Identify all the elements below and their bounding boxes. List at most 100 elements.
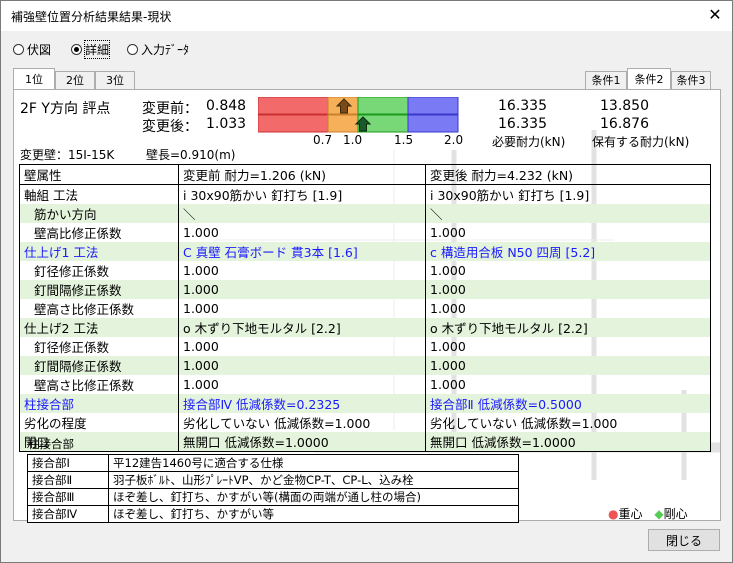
dialog-window: 補強壁位置分析結果結果-現状 ✕ 伏図 詳細 入力ﾃﾞｰﾀ 1位 2位 3位 条…: [0, 0, 733, 563]
legend-row: 接合部Ⅰ 平12建告1460号に適合する仕様: [27, 454, 519, 472]
marker-legend: ●重心 ◆剛心: [608, 505, 688, 522]
tab-condition-1[interactable]: 条件1: [585, 71, 627, 89]
after-value: 1.000: [425, 356, 711, 375]
held-label: 保有する耐力(kN): [592, 135, 690, 149]
attribute-label: 仕上げ1 工法: [19, 242, 179, 261]
attribute-label: 劣化の程度: [19, 413, 179, 432]
scale-tick-20: 2.0: [444, 133, 464, 147]
radio-indicator: [13, 44, 24, 55]
before-value: 無開口 低減係数=1.0000: [178, 432, 426, 452]
legend-row: 接合部Ⅳ ほぞ差し、釘打ち、かすがい等: [27, 505, 519, 523]
tab-rank-1[interactable]: 1位: [13, 68, 55, 89]
attribute-label: 釘間隔修正係数: [19, 356, 179, 375]
before-value: 1.000: [178, 375, 426, 394]
before-value: 1.000: [178, 223, 426, 242]
attribute-label: 筋かい方向: [19, 204, 179, 223]
after-value: 1.000: [425, 299, 711, 318]
radio-floorplan[interactable]: 伏図: [13, 41, 51, 58]
table-row: 軸組 工法 i 30x90筋かい 釘打ち [1.9] i 30x90筋かい 釘打ち …: [19, 184, 711, 204]
result-panel: 2F Y方向 評点 変更前： 0.848 変更後： 1.033 0.7 1.0 …: [13, 89, 721, 523]
tab-condition-2[interactable]: 条件2: [627, 68, 671, 89]
table-row: 柱接合部 接合部Ⅳ 低減係数=0.2325 接合部Ⅱ 低減係数=0.5000: [19, 394, 711, 413]
before-value: i 30x90筋かい 釘打ち [1.9]: [178, 184, 426, 204]
held-after: 16.876: [600, 116, 649, 132]
after-value: 1.000: [425, 223, 711, 242]
before-value: o 木ずり下地モルタル [2.2]: [178, 318, 426, 337]
table-header-row: 壁属性 変更前 耐力=1.206 (kN) 変更後 耐力=4.232 (kN): [19, 164, 711, 185]
after-value: 1.000: [425, 280, 711, 299]
legend-row: 接合部Ⅱ 羽子板ﾎﾞﾙﾄ、山形ﾌﾟﾚｰﾄVP、かど金物CP-T、CP-L、込み栓: [27, 471, 519, 489]
score-bar: [258, 97, 459, 133]
wall-attribute-table: 壁属性 変更前 耐力=1.206 (kN) 変更後 耐力=4.232 (kN) …: [19, 164, 711, 452]
joint-description: ほぞ差し、釘打ち、かすがい等: [108, 505, 519, 523]
table-row: 壁高さ比修正係数 1.000 1.000: [19, 375, 711, 394]
close-button[interactable]: 閉じる: [648, 529, 720, 551]
required-label: 必要耐力(kN): [492, 135, 566, 149]
attribute-label: 仕上げ2 工法: [19, 318, 179, 337]
before-value: C 真壁 石膏ボード 貫3本 [1.6]: [178, 242, 426, 261]
attribute-label: 釘径修正係数: [19, 261, 179, 280]
joint-code: 接合部Ⅰ: [27, 454, 109, 472]
after-score: 1.033: [206, 116, 247, 132]
radio-indicator: [127, 44, 138, 55]
before-label: 変更前：: [142, 101, 198, 117]
before-value: 劣化していない 低減係数=1.000: [178, 413, 426, 432]
scale-tick-10: 1.0: [343, 133, 363, 147]
tab-rank-3[interactable]: 3位: [95, 71, 135, 89]
attribute-label: 釘間隔修正係数: [19, 280, 179, 299]
direction-label: 2F Y方向 評点: [20, 101, 111, 117]
table-row: 仕上げ1 工法 C 真壁 石膏ボード 貫3本 [1.6] c 構造用合板 N50 四…: [19, 242, 711, 261]
center-rigidity-label: 剛心: [663, 507, 688, 521]
after-value: o 木ずり下地モルタル [2.2]: [425, 318, 711, 337]
center-gravity-icon: ●: [608, 507, 619, 521]
attribute-label: 壁高比修正係数: [19, 223, 179, 242]
joint-code: 接合部Ⅲ: [27, 488, 109, 506]
scale-tick-15: 1.5: [394, 133, 414, 147]
table-header-cell: 変更後 耐力=4.232 (kN): [425, 164, 711, 185]
table-row: 釘間隔修正係数 1.000 1.000: [19, 356, 711, 375]
after-value: 1.000: [425, 337, 711, 356]
joint-code: 接合部Ⅱ: [27, 471, 109, 489]
after-value: 無開口 低減係数=1.0000: [425, 432, 711, 452]
table-row: 釘径修正係数 1.000 1.000: [19, 337, 711, 356]
radio-label: 入力ﾃﾞｰﾀ: [141, 43, 190, 57]
after-value: c 構造用合板 N50 四周 [5.2]: [425, 242, 711, 261]
legend-row: 接合部Ⅲ ほぞ差し、釘打ち、かすがい等(構面の両端が通し柱の場合): [27, 488, 519, 506]
center-rigidity-icon: ◆: [654, 507, 664, 521]
table-row: 釘間隔修正係数 1.000 1.000: [19, 280, 711, 299]
before-score: 0.848: [206, 98, 247, 114]
table-row: 仕上げ2 工法 o 木ずり下地モルタル [2.2] o 木ずり下地モルタル [2.2…: [19, 318, 711, 337]
table-row: 壁高比修正係数 1.000 1.000: [19, 223, 711, 242]
after-value: i 30x90筋かい 釘打ち [1.9]: [425, 184, 711, 204]
table-row: 釘径修正係数 1.000 1.000: [19, 261, 711, 280]
attribute-label: 釘径修正係数: [19, 337, 179, 356]
scale-tick-07: 0.7: [313, 133, 333, 147]
radio-label: 詳細: [83, 40, 111, 59]
after-value: 劣化していない 低減係数=1.000: [425, 413, 711, 432]
close-icon[interactable]: ✕: [704, 4, 726, 26]
joint-code: 接合部Ⅳ: [27, 505, 109, 523]
attribute-label: 壁高さ比修正係数: [19, 375, 179, 394]
after-value: 接合部Ⅱ 低減係数=0.5000: [425, 394, 711, 413]
before-value: 1.000: [178, 280, 426, 299]
tab-rank-2[interactable]: 2位: [55, 71, 95, 89]
table-row: 壁高さ比修正係数 1.000 1.000: [19, 299, 711, 318]
radio-input-data[interactable]: 入力ﾃﾞｰﾀ: [127, 41, 189, 58]
required-after: 16.335: [498, 116, 547, 132]
joint-description: 平12建告1460号に適合する仕様: [108, 454, 519, 472]
radio-label: 伏図: [27, 43, 52, 57]
joint-description: 羽子板ﾎﾞﾙﾄ、山形ﾌﾟﾚｰﾄVP、かど金物CP-T、CP-L、込み栓: [108, 471, 519, 489]
center-gravity-label: 重心: [618, 507, 643, 521]
before-value: 1.000: [178, 261, 426, 280]
table-row: 筋かい方向 ＼ ＼: [19, 204, 711, 223]
table-header-cell: 壁属性: [19, 164, 179, 185]
after-value: 1.000: [425, 261, 711, 280]
before-value: ＼: [178, 204, 426, 223]
after-value: ＼: [425, 204, 711, 223]
joint-description: ほぞ差し、釘打ち、かすがい等(構面の両端が通し柱の場合): [108, 488, 519, 506]
before-value: 1.000: [178, 299, 426, 318]
table-row: 開口 無開口 低減係数=1.0000 無開口 低減係数=1.0000: [19, 432, 711, 452]
tab-condition-3[interactable]: 条件3: [671, 71, 711, 89]
radio-detail[interactable]: 詳細: [71, 40, 111, 59]
joint-legend-title: 柱接合部: [28, 437, 74, 451]
